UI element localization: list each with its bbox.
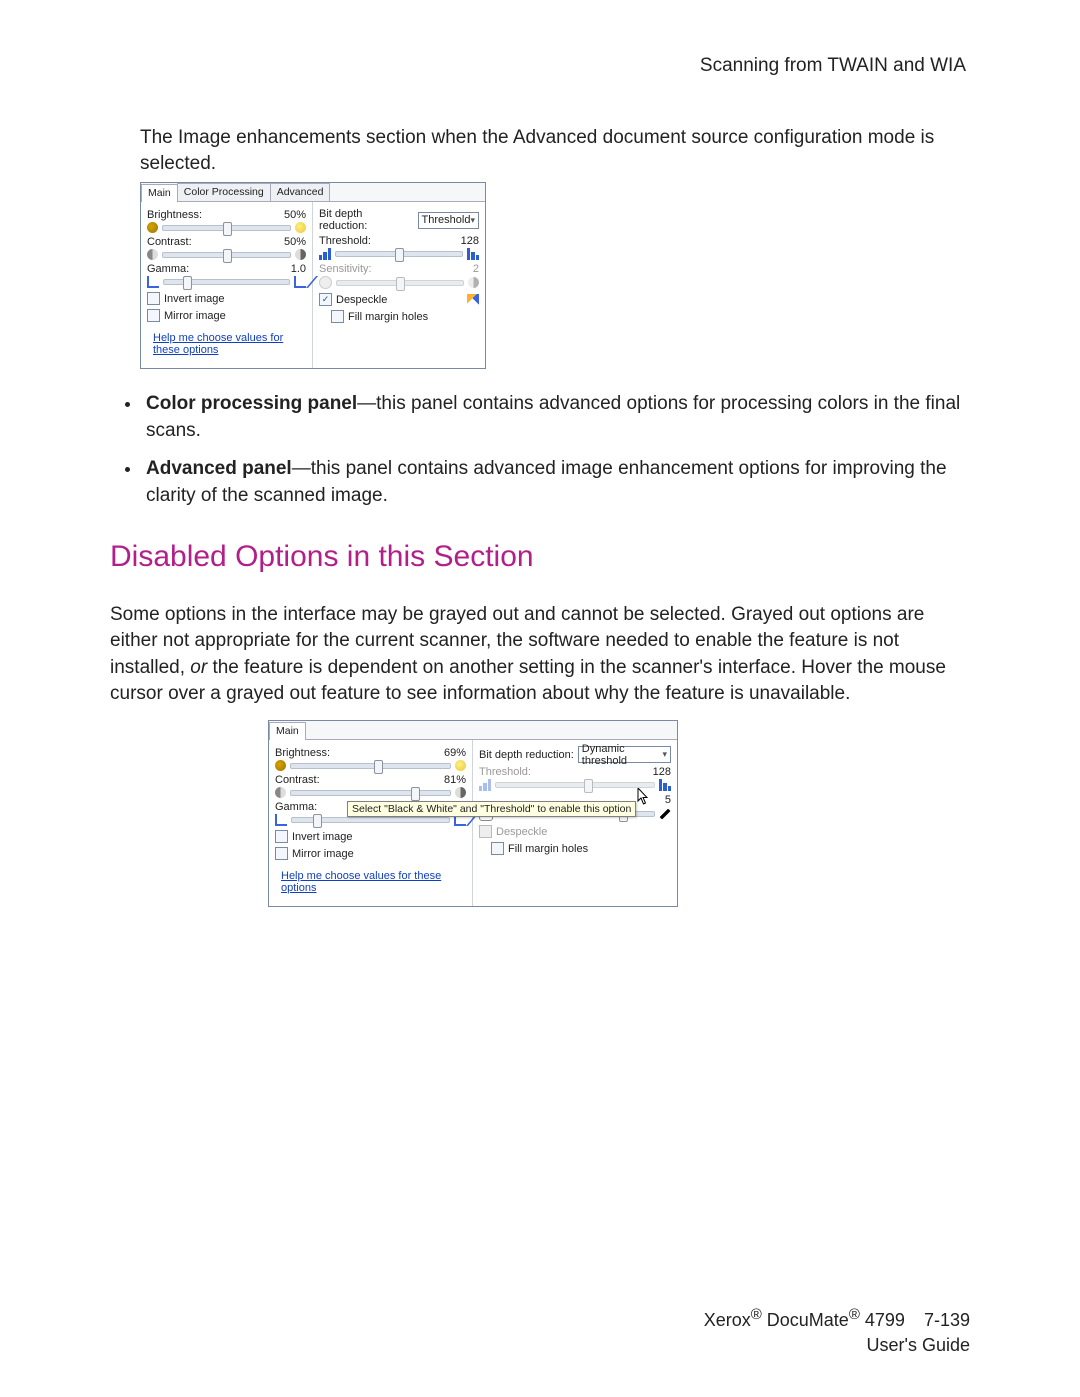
brightness-label: Brightness: <box>147 209 202 221</box>
help-link-2[interactable]: Help me choose values for these options <box>281 870 466 894</box>
invert-label-2: Invert image <box>292 831 353 843</box>
contrast-high-icon <box>295 249 306 260</box>
panel1-right-column: Bit depth reduction: Threshold ▾ Thresho… <box>313 202 485 368</box>
bars-low-icon <box>479 779 491 791</box>
mirror-image-checkbox[interactable]: Mirror image <box>147 309 306 322</box>
footer-subtitle: User's Guide <box>704 1333 970 1357</box>
sensitivity-low-icon <box>319 276 332 289</box>
brightness-label-2: Brightness: <box>275 747 330 759</box>
fillmargin-label-2: Fill margin holes <box>508 843 588 855</box>
gamma-slider[interactable] <box>147 276 306 288</box>
pen-icon <box>659 808 671 820</box>
help-link[interactable]: Help me choose values for these options <box>153 332 306 356</box>
threshold-slider[interactable] <box>319 248 479 260</box>
tab-main-2[interactable]: Main <box>269 722 306 740</box>
despeckle-label-2: Despeckle <box>496 826 547 838</box>
threshold-label-2: Threshold: <box>479 766 531 778</box>
gamma-low-icon <box>147 276 159 288</box>
page-number: 7-139 <box>924 1308 970 1332</box>
contrast-value-2: 81% <box>444 774 466 786</box>
wand-icon <box>467 294 479 306</box>
brightness-slider-2[interactable] <box>275 760 466 771</box>
gamma-low-icon <box>275 814 287 826</box>
bitdepth-label: Bit depth reduction: <box>319 208 414 232</box>
panel2-right-column: Bit depth reduction: Dynamic threshold ▾… <box>473 740 677 906</box>
gamma-value: 1.0 <box>291 263 306 275</box>
bars-low-icon <box>319 248 331 260</box>
enhancements-panel-disabled-example: Main Brightness: 69% Contrast: 81% Ga <box>268 720 678 907</box>
enhancements-panel-advanced: Main Color Processing Advanced Brightnes… <box>140 182 486 369</box>
bullet-list: Color processing panel—this panel contai… <box>110 391 970 509</box>
sun-light-icon <box>455 760 466 771</box>
fill-margin-checkbox-2[interactable]: Fill margin holes <box>491 842 671 855</box>
despeckle-label: Despeckle <box>336 294 387 306</box>
threshold-label: Threshold: <box>319 235 371 247</box>
bitdepth-value-2: Dynamic threshold <box>582 743 663 767</box>
panel1-left-column: Brightness: 50% Contrast: 50% Gamma: 1.0 <box>141 202 313 368</box>
sun-light-icon <box>295 222 306 233</box>
bitdepth-select-2[interactable]: Dynamic threshold ▾ <box>578 746 671 763</box>
fillmargin-label: Fill margin holes <box>348 311 428 323</box>
mirror-label-2: Mirror image <box>292 848 354 860</box>
section-heading: Disabled Options in this Section <box>110 540 970 574</box>
brightness-value-2: 69% <box>444 747 466 759</box>
contrast-label: Contrast: <box>147 236 192 248</box>
sensitivity-slider <box>319 276 479 289</box>
manual-page: Scanning from TWAIN and WIA The Image en… <box>0 0 1080 1397</box>
tabs-row: Main Color Processing Advanced <box>141 183 485 202</box>
threshold-value-2: 128 <box>653 766 671 778</box>
despeckle-checkbox[interactable]: ✓Despeckle <box>319 293 479 306</box>
invert-image-checkbox[interactable]: Invert image <box>147 292 306 305</box>
gamma-high-icon <box>294 276 306 288</box>
tab-color-processing[interactable]: Color Processing <box>177 183 271 201</box>
tab-main[interactable]: Main <box>141 184 178 202</box>
contrast-low-icon <box>147 249 158 260</box>
bitdepth-label-2: Bit depth reduction: <box>479 749 574 761</box>
sun-dark-icon <box>147 222 158 233</box>
cursor-icon <box>637 788 651 806</box>
bullet-advanced: Advanced panel—this panel contains advan… <box>142 456 970 509</box>
panel2-left-column: Brightness: 69% Contrast: 81% Gamma: 0.7 <box>269 740 473 906</box>
sensitivity-high-icon <box>468 277 479 288</box>
sun-dark-icon <box>275 760 286 771</box>
chevron-down-icon: ▾ <box>470 215 475 226</box>
tabs-row-2: Main <box>269 721 677 740</box>
sensitivity-value-2: 5 <box>665 794 671 806</box>
threshold-value: 128 <box>461 235 479 247</box>
contrast-low-icon <box>275 787 286 798</box>
bullet-color-processing: Color processing panel—this panel contai… <box>142 391 970 444</box>
brightness-value: 50% <box>284 209 306 221</box>
bars-high-icon <box>659 779 671 791</box>
bitdepth-select[interactable]: Threshold ▾ <box>418 212 479 229</box>
brightness-slider[interactable] <box>147 222 306 233</box>
contrast-value: 50% <box>284 236 306 248</box>
sensitivity-label: Sensitivity: <box>319 263 372 275</box>
contrast-high-icon <box>455 787 466 798</box>
contrast-slider-2[interactable] <box>275 787 466 798</box>
gamma-label-2: Gamma: <box>275 801 317 813</box>
chevron-down-icon: ▾ <box>662 749 667 760</box>
mirror-image-checkbox-2[interactable]: Mirror image <box>275 847 466 860</box>
contrast-slider[interactable] <box>147 249 306 260</box>
fill-margin-checkbox[interactable]: Fill margin holes <box>331 310 479 323</box>
bitdepth-value: Threshold <box>422 214 471 226</box>
disabled-options-paragraph: Some options in the interface may be gra… <box>110 602 970 708</box>
running-header: Scanning from TWAIN and WIA <box>110 55 970 77</box>
mirror-label: Mirror image <box>164 310 226 322</box>
gamma-label: Gamma: <box>147 263 189 275</box>
page-footer: Xerox® DocuMate® 4799 7-139 User's Guide <box>704 1305 970 1357</box>
hover-tooltip: Select "Black & White" and "Threshold" t… <box>347 801 636 817</box>
bars-high-icon <box>467 248 479 260</box>
despeckle-checkbox-2: Despeckle <box>479 825 671 838</box>
intro-paragraph: The Image enhancements section when the … <box>140 125 970 176</box>
tab-advanced[interactable]: Advanced <box>270 183 331 201</box>
invert-label: Invert image <box>164 293 225 305</box>
contrast-label-2: Contrast: <box>275 774 320 786</box>
sensitivity-value: 2 <box>473 263 479 275</box>
invert-image-checkbox-2[interactable]: Invert image <box>275 830 466 843</box>
